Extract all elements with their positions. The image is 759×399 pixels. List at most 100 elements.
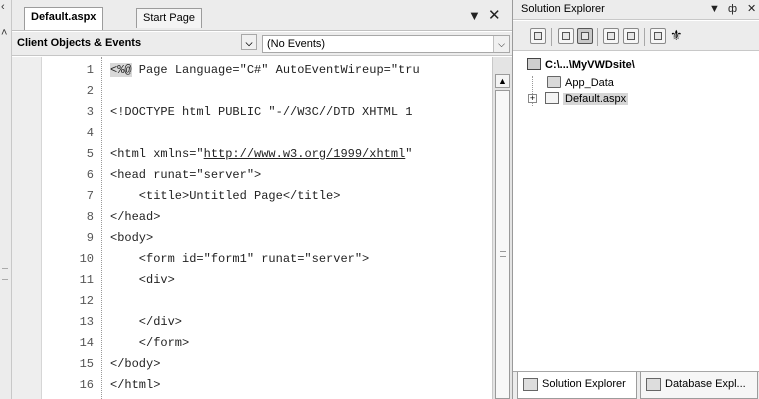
chevron-down-icon[interactable]: ⌵ xyxy=(493,36,509,52)
code-text-area[interactable]: 1 <%@ Page Language="C#" AutoEventWireup=… xyxy=(12,57,492,399)
code-text: </body> xyxy=(110,354,160,375)
code-line[interactable]: 11 <div> xyxy=(12,270,492,291)
code-hyperlink[interactable]: http://www.w3.org/1999/xhtml xyxy=(204,147,406,161)
solution-tree[interactable]: C:\...\MyVWDsite\ App_Data + Default.asp… xyxy=(513,52,759,370)
tree-item-label: Default.aspx xyxy=(563,93,629,105)
code-text: </html> xyxy=(110,375,160,396)
dropdown-arrow-icon[interactable]: ▼ xyxy=(709,3,720,15)
code-line[interactable]: 13 </div> xyxy=(12,312,492,333)
code-line[interactable]: 9 <body> xyxy=(12,228,492,249)
close-icon[interactable]: ✕ xyxy=(488,8,501,23)
code-text: <form id="form1" runat="server"> xyxy=(110,249,369,270)
code-segment: </html> xyxy=(110,378,161,392)
left-dock-strip: ‹ ˄ xyxy=(0,0,12,399)
line-number: 12 xyxy=(79,294,94,308)
dropdown-arrow-icon[interactable]: ▼ xyxy=(468,9,481,23)
scrollbar-thumb[interactable] xyxy=(495,90,510,399)
grip-icon[interactable] xyxy=(2,268,8,280)
events-dropdown[interactable]: (No Events) ⌵ xyxy=(262,35,510,53)
code-line[interactable]: 15 </body> xyxy=(12,354,492,375)
tab-default-aspx[interactable]: Default.aspx xyxy=(24,7,104,30)
document-tab-bar: Default.aspx Start Page ▼ ✕ xyxy=(12,0,512,31)
chevron-down-icon[interactable]: ⌵ xyxy=(241,34,257,50)
code-line[interactable]: 8 </head> xyxy=(12,207,492,228)
chevron-left-icon[interactable]: ‹ xyxy=(1,2,5,13)
code-segment: </form> xyxy=(110,336,190,350)
tab-label: Default.aspx xyxy=(31,11,97,23)
code-text: </div> xyxy=(110,312,182,333)
code-text: </head> xyxy=(110,207,160,228)
code-segment: </body> xyxy=(110,357,161,371)
line-number: 5 xyxy=(86,147,94,161)
view-code-icon[interactable] xyxy=(603,28,619,44)
vertical-scrollbar[interactable]: ▲ xyxy=(492,57,512,399)
code-text: <body> xyxy=(110,228,153,249)
code-line[interactable]: 2 xyxy=(12,81,492,102)
code-segment: </div> xyxy=(110,315,183,329)
code-line[interactable]: 16 </html> xyxy=(12,375,492,396)
code-line[interactable]: 6 <head runat="server"> xyxy=(12,165,492,186)
view-designer-icon[interactable] xyxy=(623,28,639,44)
line-number: 7 xyxy=(86,189,94,203)
code-segment: " xyxy=(405,147,413,161)
code-line[interactable]: 5 <html xmlns="http://www.w3.org/1999/xht… xyxy=(12,144,492,165)
code-text: </form> xyxy=(110,333,189,354)
pin-icon[interactable]: ф xyxy=(728,3,737,15)
code-line[interactable]: 3 <!DOCTYPE html PUBLIC "-//W3C//DTD XHTM… xyxy=(12,102,492,123)
close-icon[interactable]: ✕ xyxy=(747,3,756,15)
line-number: 11 xyxy=(79,273,94,287)
navigation-bar: Client Objects & Events ⌵ (No Events) ⌵ xyxy=(12,32,512,56)
tab-label: Start Page xyxy=(143,12,195,24)
line-number: 10 xyxy=(79,252,94,266)
website-icon xyxy=(527,58,541,70)
code-segment: <form id="form1" runat="server"> xyxy=(110,252,370,266)
code-segment: Page Language="C#" AutoEventWireup="tru xyxy=(131,63,420,77)
code-segment: <!DOCTYPE html PUBLIC "-//W3C//DTD XHTML… xyxy=(110,105,413,119)
code-segment: <html xmlns=" xyxy=(110,147,204,161)
tree-item-default-aspx[interactable]: Default.aspx xyxy=(545,90,629,108)
code-line[interactable]: 1 <%@ Page Language="C#" AutoEventWireup=… xyxy=(12,60,492,81)
code-text: <title>Untitled Page</title> xyxy=(110,186,341,207)
solution-explorer-panel: Solution Explorer ▼ ф ✕ ⚜ C:\...\MyVWDsi… xyxy=(512,0,759,399)
asp-net-configuration-icon[interactable]: ⚜ xyxy=(670,28,686,44)
chevron-up-icon[interactable]: ˄ xyxy=(1,28,7,39)
tab-solution-explorer[interactable]: Solution Explorer xyxy=(517,372,637,399)
line-number: 13 xyxy=(79,315,94,329)
code-text: <!DOCTYPE html PUBLIC "-//W3C//DTD XHTML… xyxy=(110,102,412,123)
expand-plus-icon[interactable]: + xyxy=(528,94,537,103)
code-line[interactable]: 10 <form id="form1" runat="server"> xyxy=(12,249,492,270)
objects-dropdown-value: Client Objects & Events xyxy=(17,37,142,49)
code-editor-window: Default.aspx Start Page ▼ ✕ Client Objec… xyxy=(12,0,512,399)
code-line[interactable]: 12 xyxy=(12,291,492,312)
code-text: <%@ Page Language="C#" AutoEventWireup="… xyxy=(110,60,420,81)
tree-root-website[interactable]: C:\...\MyVWDsite\ xyxy=(527,56,635,74)
show-all-files-icon[interactable] xyxy=(577,28,593,44)
code-line[interactable]: 14 </form> xyxy=(12,333,492,354)
grip-icon xyxy=(500,251,506,257)
aspnet-directive-marker: <%@ xyxy=(110,63,132,77)
code-line[interactable]: 4 xyxy=(12,123,492,144)
code-line[interactable]: 7 <title>Untitled Page</title> xyxy=(12,186,492,207)
tab-label: Database Expl... xyxy=(665,378,746,390)
code-segment: <title>Untitled Page</title> xyxy=(110,189,341,203)
line-number: 9 xyxy=(86,231,94,245)
code-segment: </head> xyxy=(110,210,161,224)
toolbar-separator xyxy=(551,28,552,46)
objects-dropdown[interactable]: Client Objects & Events ⌵ xyxy=(13,34,257,53)
properties-icon[interactable] xyxy=(530,28,546,44)
folder-icon xyxy=(547,76,561,88)
tree-item-label: App_Data xyxy=(565,77,614,89)
tab-start-page[interactable]: Start Page xyxy=(136,8,202,28)
line-number: 8 xyxy=(86,210,94,224)
tab-database-explorer[interactable]: Database Expl... xyxy=(640,372,758,399)
database-explorer-icon xyxy=(646,378,661,391)
line-number: 3 xyxy=(86,105,94,119)
solution-explorer-toolbar: ⚜ xyxy=(513,21,759,51)
aspx-page-icon xyxy=(545,92,559,104)
tool-window-tabs: Solution Explorer Database Expl... xyxy=(513,371,759,399)
code-text: <div> xyxy=(110,270,175,291)
copy-website-icon[interactable] xyxy=(650,28,666,44)
refresh-icon[interactable] xyxy=(558,28,574,44)
scroll-up-arrow-icon[interactable]: ▲ xyxy=(495,74,510,88)
line-number: 4 xyxy=(86,126,94,140)
